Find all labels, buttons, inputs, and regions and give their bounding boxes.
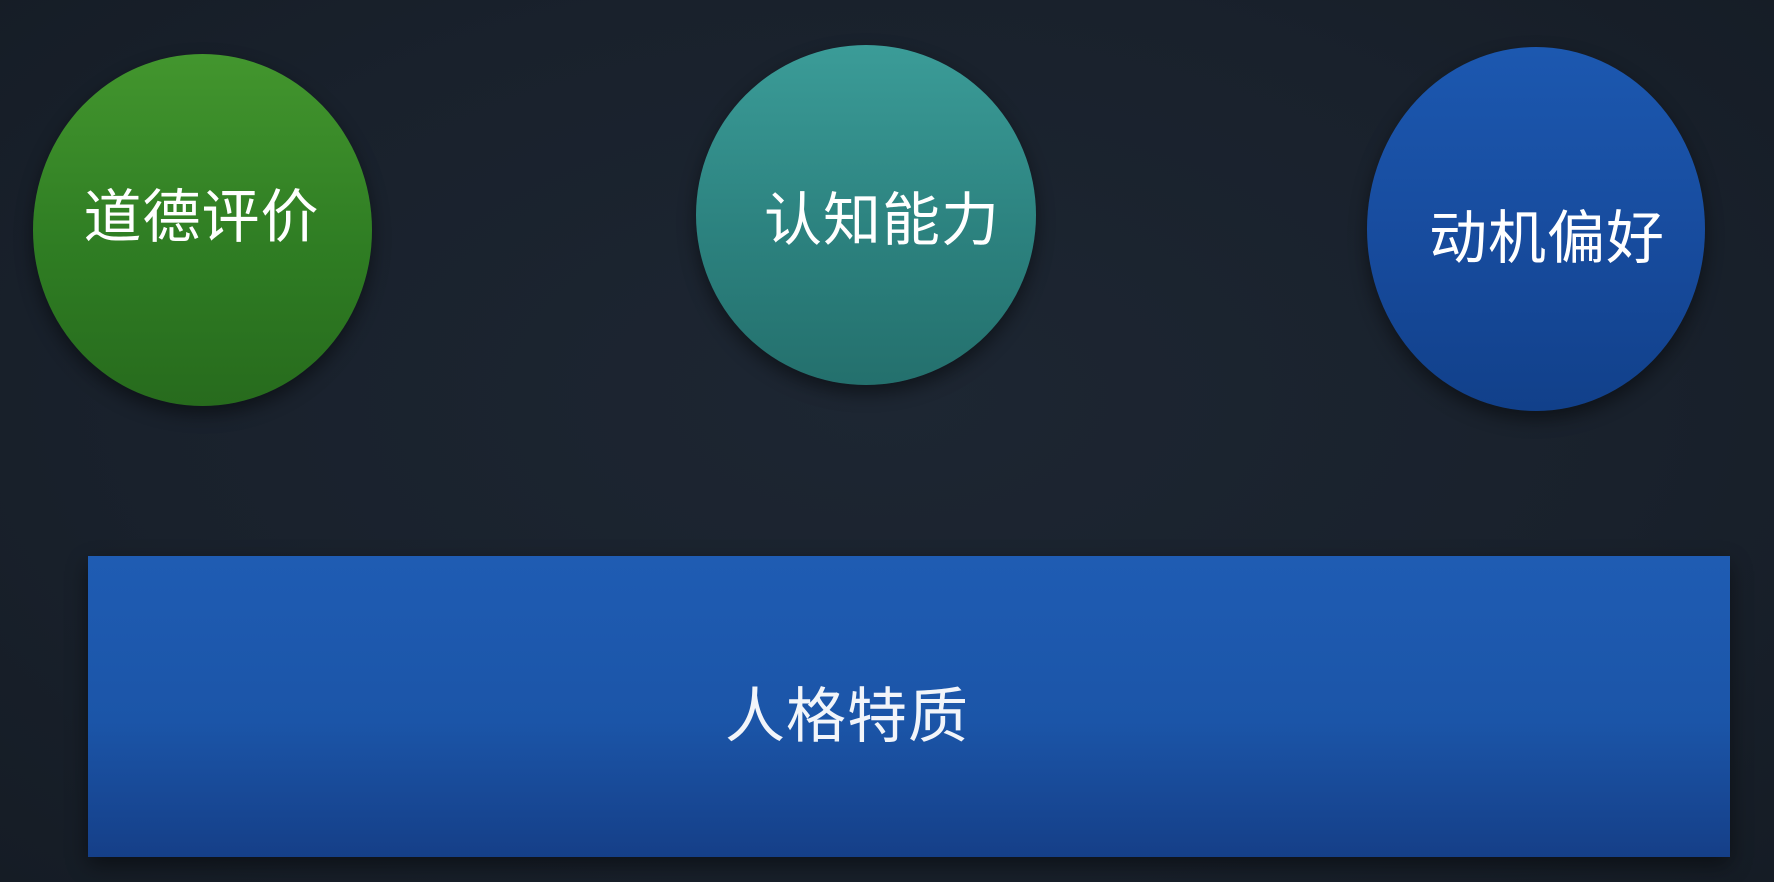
- node-cognitive-ability: 认知能力: [696, 45, 1036, 385]
- diagram-canvas: 道德评价 认知能力 动机偏好 人格特质: [0, 0, 1774, 882]
- node-label-cognitive-ability: 认知能力: [763, 186, 1000, 254]
- node-moral-evaluation: 道德评价: [33, 54, 372, 406]
- node-motivation-preference: 动机偏好: [1367, 47, 1705, 411]
- node-label-moral-evaluation: 道德评价: [83, 183, 320, 251]
- base-label-personality-traits: 人格特质: [725, 682, 969, 752]
- node-label-motivation-preference: 动机偏好: [1428, 204, 1665, 272]
